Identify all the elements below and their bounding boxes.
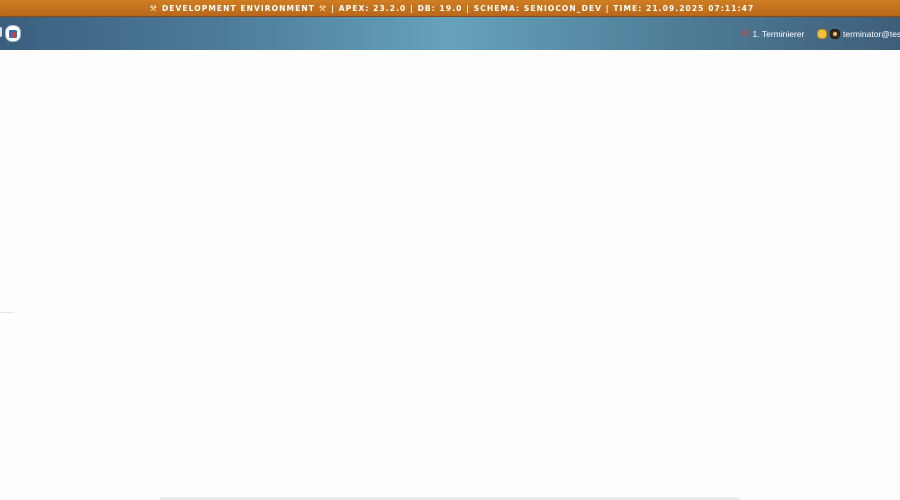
role-label: 1. Terminierer xyxy=(752,28,805,39)
divider xyxy=(0,312,14,313)
main-content xyxy=(0,50,900,500)
hammer-wrench-icon: ⚒ xyxy=(318,3,328,13)
app-header: ✆ 1. Terminierer terminator@test. xyxy=(0,17,900,50)
role-selector[interactable]: ✆ 1. Terminierer xyxy=(742,27,804,40)
phone-icon: ✆ xyxy=(742,28,750,38)
hammer-wrench-icon: ⚒ xyxy=(149,3,158,13)
user-menu[interactable]: terminator@test. xyxy=(817,27,900,40)
user-email: terminator@test. xyxy=(843,28,900,39)
menu-toggle-edge[interactable] xyxy=(0,27,2,37)
home-icon xyxy=(9,29,17,38)
environment-banner: ⚒ DEVELOPMENT ENVIRONMENT ⚒ | APEX: 23.2… xyxy=(0,0,900,17)
gear-icon xyxy=(830,28,840,39)
environment-label: DEVELOPMENT ENVIRONMENT xyxy=(161,3,315,13)
smile-icon xyxy=(817,28,827,39)
home-button[interactable] xyxy=(5,25,21,42)
environment-info: | APEX: 23.2.0 | DB: 19.0 | SCHEMA: SENI… xyxy=(331,3,755,13)
